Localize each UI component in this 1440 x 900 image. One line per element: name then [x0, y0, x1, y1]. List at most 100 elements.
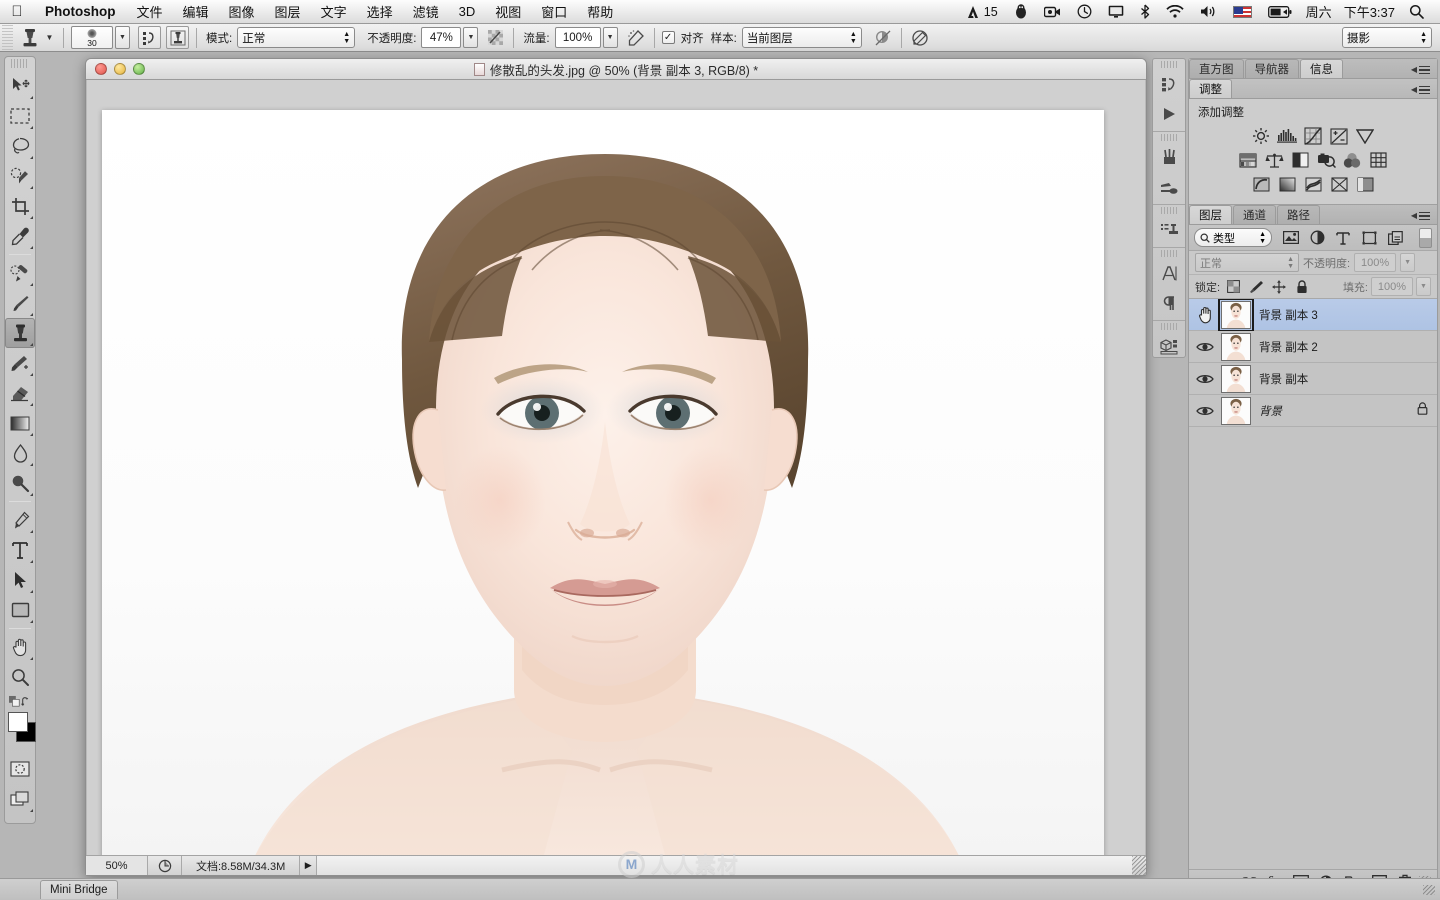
default-colors-icon[interactable] [9, 695, 21, 708]
quick-mask-icon[interactable] [5, 754, 35, 784]
menu-view[interactable]: 视图 [485, 2, 531, 21]
tool-preset-dropdown[interactable]: ▼ [43, 28, 56, 48]
screen-mode-icon[interactable] [5, 784, 35, 814]
layer-name[interactable]: 背景 副本 3 [1259, 307, 1318, 323]
hand-tool[interactable] [5, 632, 35, 662]
layer-blend-mode-select[interactable]: 正常 ▲ ▼ [1195, 253, 1299, 272]
bluetooth-icon[interactable] [1132, 4, 1158, 19]
color-balance-icon[interactable] [1261, 148, 1287, 172]
tab-adjustments[interactable]: 调整 [1189, 79, 1232, 98]
menu-type[interactable]: 文字 [311, 2, 357, 21]
shape-layers-icon[interactable] [1356, 226, 1382, 250]
menu-app-name[interactable]: Photoshop [34, 4, 127, 19]
opacity-dropdown[interactable]: ▼ [463, 27, 479, 48]
layer-name[interactable]: 背景 副本 [1259, 371, 1308, 387]
panel-menu-button[interactable]: ◀ [1411, 64, 1437, 79]
gradient-map-icon[interactable] [1326, 172, 1352, 196]
expand-arrow-icon[interactable]: ▶ [299, 856, 318, 875]
wifi-icon[interactable] [1158, 5, 1192, 18]
battery-icon[interactable] [1260, 5, 1300, 18]
black-white-icon[interactable] [1287, 148, 1313, 172]
threshold-icon[interactable] [1300, 172, 1326, 196]
brightness-contrast-icon[interactable] [1248, 124, 1274, 148]
eyedropper-tool[interactable] [5, 221, 35, 251]
bottom-bar-resize-grip[interactable] [1423, 884, 1435, 895]
spot-healing-brush-tool[interactable] [5, 258, 35, 288]
menu-file[interactable]: 文件 [127, 2, 173, 21]
posterize-icon[interactable] [1274, 172, 1300, 196]
exposure-icon[interactable] [1326, 124, 1352, 148]
tab-channels[interactable]: 通道 [1233, 205, 1276, 224]
document-title-bar[interactable]: 修散乱的头发.jpg @ 50% (背景 副本 3, RGB/8) * [86, 59, 1146, 80]
vibrance-icon[interactable] [1352, 124, 1378, 148]
eye-icon[interactable] [1189, 331, 1221, 363]
tab-navigator[interactable]: 导航器 [1244, 59, 1299, 78]
search-icon[interactable] [1401, 4, 1432, 19]
marquee-tool[interactable] [5, 101, 35, 131]
invert-icon[interactable] [1248, 172, 1274, 196]
foreground-color-swatch[interactable] [8, 712, 28, 732]
sample-select[interactable]: 当前图层 ▲ ▼ [741, 27, 862, 48]
rectangle-tool[interactable] [5, 595, 35, 625]
history-panel-icon[interactable] [1153, 69, 1185, 99]
character-panel-icon[interactable] [1153, 258, 1185, 288]
camera-icon[interactable] [1036, 6, 1069, 18]
display-icon[interactable] [1100, 5, 1132, 18]
ignore-adjustment-layers-icon[interactable] [872, 27, 894, 49]
menu-help[interactable]: 帮助 [577, 2, 623, 21]
tab-histogram[interactable]: 直方图 [1189, 59, 1244, 78]
pixel-layers-icon[interactable] [1278, 226, 1304, 250]
blur-tool[interactable] [5, 438, 35, 468]
brush-preset-dropdown[interactable]: ▼ [115, 26, 130, 49]
layer-name[interactable]: 背景 [1259, 403, 1282, 419]
layer-opacity-input[interactable]: 100% [1354, 253, 1397, 272]
workspace-select[interactable]: 摄影 ▲ ▼ [1342, 27, 1432, 48]
crop-tool[interactable] [5, 191, 35, 221]
type-layers-icon[interactable] [1330, 226, 1356, 250]
gradient-tool[interactable] [5, 408, 35, 438]
menu-date[interactable]: 周六 [1300, 2, 1338, 21]
tab-info[interactable]: 信息 [1300, 59, 1343, 78]
menu-layer[interactable]: 图层 [265, 2, 311, 21]
move-tool[interactable] [5, 71, 35, 101]
menu-window[interactable]: 窗口 [531, 2, 577, 21]
channel-mixer-icon[interactable] [1339, 148, 1365, 172]
color-lookup-icon[interactable] [1365, 148, 1391, 172]
paragraph-panel-icon[interactable] [1153, 288, 1185, 318]
tool-presets-icon[interactable] [1153, 172, 1185, 202]
panel-group-grip[interactable] [1161, 207, 1177, 214]
levels-icon[interactable] [1274, 124, 1300, 148]
layer-thumbnail[interactable] [1221, 364, 1251, 393]
layer-name[interactable]: 背景 副本 2 [1259, 339, 1318, 355]
blend-mode-select[interactable]: 正常 ▲ ▼ [237, 27, 356, 48]
clone-source-panel-icon[interactable] [1153, 215, 1185, 245]
menu-select[interactable]: 选择 [357, 2, 403, 21]
us-flag-icon[interactable] [1225, 5, 1260, 18]
eye-icon[interactable] [1189, 395, 1221, 427]
image-canvas[interactable] [102, 110, 1104, 855]
curves-icon[interactable] [1300, 124, 1326, 148]
hue-saturation-icon[interactable] [1235, 148, 1261, 172]
lock-transparency-icon[interactable] [1223, 277, 1243, 297]
dodge-tool[interactable] [5, 468, 35, 498]
pen-tool[interactable] [5, 505, 35, 535]
penguin-icon[interactable] [1006, 4, 1036, 19]
swap-colors-icon[interactable] [21, 696, 32, 708]
clone-source-icon[interactable] [166, 26, 189, 49]
pressure-opacity-icon[interactable] [484, 27, 506, 49]
zoom-level-input[interactable]: 50% [86, 856, 148, 875]
panel-group-grip[interactable] [1161, 134, 1177, 141]
table-row[interactable]: 背景 副本 [1189, 363, 1437, 395]
lock-position-icon[interactable] [1269, 277, 1289, 297]
aligned-checkbox[interactable]: ✓ [661, 31, 675, 44]
quick-selection-tool[interactable] [5, 161, 35, 191]
panel-group-grip[interactable] [1161, 323, 1177, 330]
table-row[interactable]: 背景 副本 2 [1189, 331, 1437, 363]
brush-preset-picker[interactable]: 30 [71, 26, 113, 49]
layer-filter-type-select[interactable]: 类型 ▲ ▼ [1194, 228, 1272, 247]
options-bar-grip[interactable] [2, 24, 13, 51]
pressure-size-icon[interactable] [909, 27, 931, 49]
opacity-input[interactable]: 47% [421, 27, 462, 48]
flow-dropdown[interactable]: ▼ [602, 27, 618, 48]
eraser-tool[interactable] [5, 378, 35, 408]
